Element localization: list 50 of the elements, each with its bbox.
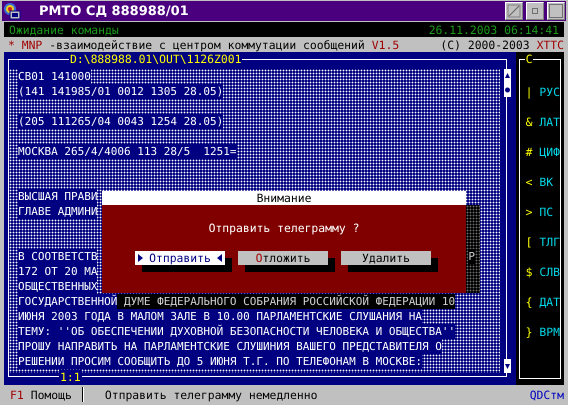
restore-button[interactable] bbox=[526, 2, 544, 20]
info-text: V1.5 bbox=[372, 38, 400, 52]
info-text: XTTC bbox=[536, 38, 564, 52]
dialog-button[interactable]: Удалить bbox=[341, 251, 431, 265]
selection-arrow-icon bbox=[138, 254, 143, 262]
mode-label[interactable]: ЛАТ bbox=[539, 115, 560, 145]
mode-label[interactable]: РУС bbox=[539, 85, 560, 115]
hotkey-symbol: | bbox=[526, 85, 532, 101]
hotkey-symbol: # bbox=[526, 145, 532, 161]
hotkey-symbol: } bbox=[526, 325, 532, 341]
hotkey-symbol: > bbox=[526, 205, 532, 221]
mode-label[interactable]: ВК bbox=[539, 175, 554, 205]
dialog-title: Внимание bbox=[102, 191, 466, 205]
mode-label[interactable]: СЛВ bbox=[539, 265, 560, 295]
brand-text: QDCтм bbox=[530, 388, 564, 402]
scroll-up-icon[interactable] bbox=[504, 69, 511, 83]
scrollbar[interactable] bbox=[504, 69, 511, 373]
info-text: * MNP bbox=[8, 38, 42, 52]
scroll-down-icon[interactable] bbox=[504, 359, 511, 373]
hotkey-label: F1 bbox=[10, 388, 24, 402]
hint-text: Отправить телеграмму немедленно bbox=[104, 388, 318, 402]
minimize-button[interactable] bbox=[505, 2, 523, 20]
mode-label[interactable]: ДАТ bbox=[539, 295, 560, 325]
hotkey-symbol: [ bbox=[526, 235, 532, 251]
hotkey-symbol: & bbox=[526, 115, 532, 131]
hotkey-symbol: < bbox=[526, 175, 532, 191]
selection-arrow-icon bbox=[216, 254, 222, 262]
maximize-button[interactable] bbox=[547, 2, 565, 20]
square-icon bbox=[549, 4, 563, 18]
dialog-button[interactable]: Отправить bbox=[135, 251, 225, 265]
window-title: РМТО СД 888988/01 bbox=[39, 4, 189, 18]
date-time: 26.11.2003 06:14:41 bbox=[428, 22, 559, 36]
hotkey-symbol: { bbox=[526, 295, 532, 311]
file-path: D:\888988.01\OUT\1126Z001 bbox=[69, 52, 242, 66]
small-square-icon bbox=[532, 8, 538, 14]
diagonal-box-icon bbox=[507, 4, 521, 18]
hotkey-symbol: $ bbox=[526, 265, 532, 281]
scroll-thumb[interactable] bbox=[504, 83, 511, 97]
status-text: Ожидание команды bbox=[9, 22, 119, 36]
help-label[interactable]: Помощь bbox=[30, 388, 72, 402]
dialog-button[interactable]: Отложить bbox=[238, 251, 328, 265]
mode-label[interactable]: ТЛГ bbox=[539, 235, 560, 265]
cursor-position: 1:1 bbox=[59, 370, 82, 384]
panel-title: C bbox=[524, 52, 534, 66]
mode-label[interactable]: ПС bbox=[539, 205, 554, 235]
mode-label[interactable]: ЦИФ bbox=[539, 145, 560, 175]
dialog-message: Отправить телеграмму ? bbox=[208, 221, 360, 235]
info-text: (C) 2000-2003 bbox=[440, 38, 530, 52]
info-text: -взаимодействие с центром коммутации сообщений bbox=[49, 38, 365, 52]
mode-label[interactable]: ВРМ bbox=[539, 325, 560, 355]
